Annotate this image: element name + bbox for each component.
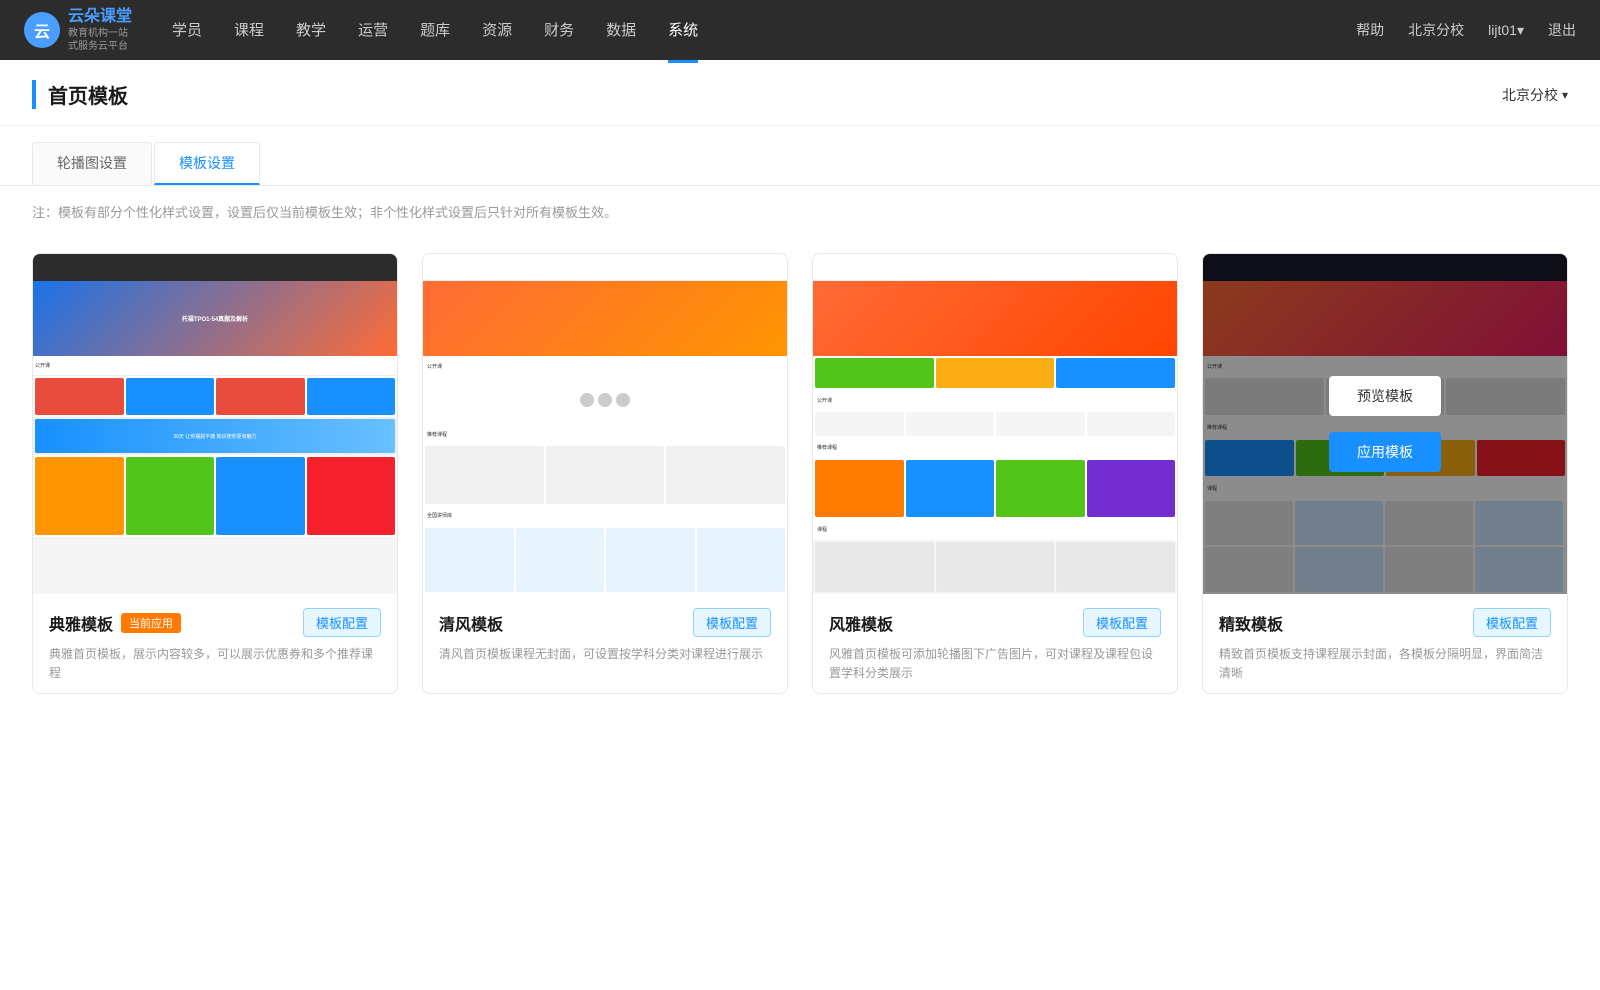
card-title-row-fengya: 风雅模板 模板配置 bbox=[829, 608, 1161, 637]
logo-sub: 教育机构一站 式服务云平台 bbox=[68, 27, 132, 53]
card-desc-dianye: 典雅首页模板，展示内容较多，可以展示优惠券和多个推荐课程 bbox=[49, 645, 381, 683]
card-footer-fengya: 风雅模板 模板配置 风雅首页模板可添加轮播图下广告图片，可对课程及课程包设置学科… bbox=[813, 594, 1177, 693]
template-grid: 托福TPO1-54真题及解析 公开课 30天 让你摆脱平庸 知识使你更有魅力 bbox=[32, 253, 1568, 694]
card-title-fengya: 风雅模板 bbox=[829, 611, 893, 635]
card-title-dianye: 典雅模板 当前应用 bbox=[49, 611, 181, 635]
thumb-fengya: 公开课 推荐课程 bbox=[813, 254, 1177, 594]
nav-help[interactable]: 帮助 bbox=[1356, 20, 1384, 40]
notice-text: 注：模板有部分个性化样式设置，设置后仅当前模板生效；非个性化样式设置后只针对所有… bbox=[0, 186, 1600, 237]
nav-item-students[interactable]: 学员 bbox=[172, 15, 202, 44]
btn-config-dianye[interactable]: 模板配置 bbox=[303, 608, 381, 637]
card-footer-jingzhi: 精致模板 模板配置 精致首页模板支持课程展示封面，各模板分隔明显，界面简洁清晰 bbox=[1203, 594, 1567, 693]
card-footer-qingfeng: 清风模板 模板配置 清风首页模板课程无封面，可设置按学科分类对课程进行展示 bbox=[423, 594, 787, 674]
tabs-container: 轮播图设置 模板设置 bbox=[0, 126, 1600, 186]
nav-item-resources[interactable]: 资源 bbox=[482, 15, 512, 44]
card-title-qingfeng: 清风模板 bbox=[439, 611, 503, 635]
template-preview-dianye: 托福TPO1-54真题及解析 公开课 30天 让你摆脱平庸 知识使你更有魅力 bbox=[33, 254, 397, 594]
btn-preview-jingzhi[interactable]: 预览模板 bbox=[1329, 376, 1441, 416]
nav-item-system[interactable]: 系统 bbox=[668, 15, 698, 44]
template-card-qingfeng: 公开课 推荐课程 全国讲师库 bbox=[422, 253, 788, 694]
nav-user[interactable]: lijt01▾ bbox=[1488, 22, 1524, 39]
thumb-qingfeng: 公开课 推荐课程 全国讲师库 bbox=[423, 254, 787, 594]
nav-item-finance[interactable]: 财务 bbox=[544, 15, 574, 44]
logo-icon: 云 bbox=[24, 12, 60, 48]
brand-name: 云朵课堂 bbox=[68, 7, 132, 28]
page-header: 首页模板 北京分校 bbox=[0, 60, 1600, 126]
card-title-row-jingzhi: 精致模板 模板配置 bbox=[1219, 608, 1551, 637]
card-title-row-qingfeng: 清风模板 模板配置 bbox=[439, 608, 771, 637]
navbar-left: 云 云朵课堂 教育机构一站 式服务云平台 学员 课程 教学 运营 题库 资源 财… bbox=[24, 7, 698, 54]
branch-selector[interactable]: 北京分校 bbox=[1502, 85, 1568, 105]
template-preview-fengya: 公开课 推荐课程 bbox=[813, 254, 1177, 594]
nav-logout[interactable]: 退出 bbox=[1548, 20, 1576, 40]
template-preview-qingfeng: 公开课 推荐课程 全国讲师库 bbox=[423, 254, 787, 594]
nav-item-teaching[interactable]: 教学 bbox=[296, 15, 326, 44]
card-title-jingzhi: 精致模板 bbox=[1219, 611, 1283, 635]
nav-item-data[interactable]: 数据 bbox=[606, 15, 636, 44]
page: 首页模板 北京分校 轮播图设置 模板设置 注：模板有部分个性化样式设置，设置后仅… bbox=[0, 60, 1600, 990]
nav-item-questions[interactable]: 题库 bbox=[420, 15, 450, 44]
tab-carousel[interactable]: 轮播图设置 bbox=[32, 142, 152, 185]
btn-config-jingzhi[interactable]: 模板配置 bbox=[1473, 608, 1551, 637]
content-area: 托福TPO1-54真题及解析 公开课 30天 让你摆脱平庸 知识使你更有魅力 bbox=[0, 237, 1600, 734]
nav-branch[interactable]: 北京分校 bbox=[1408, 20, 1464, 40]
template-card-jingzhi: 公开课 推荐课程 课程 bbox=[1202, 253, 1568, 694]
btn-config-qingfeng[interactable]: 模板配置 bbox=[693, 608, 771, 637]
btn-apply-jingzhi[interactable]: 应用模板 bbox=[1329, 432, 1441, 472]
navbar: 云 云朵课堂 教育机构一站 式服务云平台 学员 课程 教学 运营 题库 资源 财… bbox=[0, 0, 1600, 60]
page-title: 首页模板 bbox=[32, 80, 128, 109]
logo-text: 云朵课堂 教育机构一站 式服务云平台 bbox=[68, 7, 132, 54]
tab-template[interactable]: 模板设置 bbox=[154, 142, 260, 185]
nav-item-courses[interactable]: 课程 bbox=[234, 15, 264, 44]
template-card-dianye: 托福TPO1-54真题及解析 公开课 30天 让你摆脱平庸 知识使你更有魅力 bbox=[32, 253, 398, 694]
thumb-dianye: 托福TPO1-54真题及解析 公开课 30天 让你摆脱平庸 知识使你更有魅力 bbox=[33, 254, 397, 594]
navbar-right: 帮助 北京分校 lijt01▾ 退出 bbox=[1356, 20, 1576, 40]
card-desc-qingfeng: 清风首页模板课程无封面，可设置按学科分类对课程进行展示 bbox=[439, 645, 771, 664]
logo[interactable]: 云 云朵课堂 教育机构一站 式服务云平台 bbox=[24, 7, 132, 54]
card-desc-jingzhi: 精致首页模板支持课程展示封面，各模板分隔明显，界面简洁清晰 bbox=[1219, 645, 1551, 683]
card-footer-dianye: 典雅模板 当前应用 模板配置 典雅首页模板，展示内容较多，可以展示优惠券和多个推… bbox=[33, 594, 397, 693]
tabs: 轮播图设置 模板设置 bbox=[32, 142, 1568, 185]
card-title-row-dianye: 典雅模板 当前应用 模板配置 bbox=[49, 608, 381, 637]
badge-current-dianye: 当前应用 bbox=[121, 613, 181, 633]
template-preview-jingzhi: 公开课 推荐课程 课程 bbox=[1203, 254, 1567, 594]
nav-item-operations[interactable]: 运营 bbox=[358, 15, 388, 44]
btn-config-fengya[interactable]: 模板配置 bbox=[1083, 608, 1161, 637]
card-desc-fengya: 风雅首页模板可添加轮播图下广告图片，可对课程及课程包设置学科分类展示 bbox=[829, 645, 1161, 683]
template-overlay-jingzhi: 预览模板 应用模板 bbox=[1203, 254, 1567, 594]
nav-menu: 学员 课程 教学 运营 题库 资源 财务 数据 系统 bbox=[172, 15, 698, 44]
template-card-fengya: 公开课 推荐课程 bbox=[812, 253, 1178, 694]
